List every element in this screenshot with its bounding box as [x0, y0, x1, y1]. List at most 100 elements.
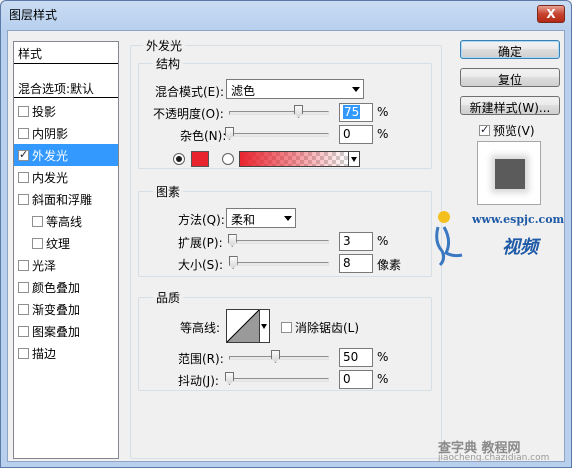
new-style-button[interactable]: 新建样式(W)...: [460, 96, 560, 115]
contour-curve-icon: [227, 310, 259, 342]
blending-options-item[interactable]: 混合选项:默认: [14, 78, 118, 98]
spread-unit: %: [377, 234, 389, 248]
checkbox-icon[interactable]: [18, 348, 29, 359]
jitter-value: 0: [343, 372, 351, 386]
chevron-down-icon: [261, 324, 267, 329]
checkbox-icon[interactable]: [18, 106, 29, 117]
style-item-label: 描边: [32, 347, 57, 361]
outer-glow-title: 外发光: [143, 37, 186, 54]
antialias-checkbox[interactable]: 消除锯齿(L): [281, 319, 359, 336]
style-item[interactable]: 内发光: [14, 166, 118, 188]
style-list-header[interactable]: 样式: [14, 42, 118, 64]
opacity-value: 75: [343, 105, 361, 119]
preview-thumbnail: [477, 141, 541, 205]
checkbox-icon[interactable]: [18, 304, 29, 315]
style-item[interactable]: 斜面和浮雕: [14, 188, 118, 210]
checkbox-icon[interactable]: [18, 172, 29, 183]
style-item[interactable]: 等高线: [14, 210, 118, 232]
bottom-watermark: 查字典 教程网 jiaocheng.chazidian.com: [438, 437, 564, 463]
opacity-slider-track[interactable]: [229, 111, 329, 115]
style-item[interactable]: 渐变叠加: [14, 298, 118, 320]
noise-slider-track[interactable]: [229, 133, 329, 137]
bottom-watermark-url: jiaocheng.chazidian.com: [438, 453, 550, 463]
style-list: 样式 混合选项:默认 投影 内阴影 ✓ 外发光 内发光 斜面和浮雕 等高线 纹理 光泽 颜色叠加渐…: [13, 41, 119, 459]
radio-selected-dot: [176, 156, 182, 162]
style-item-label: 图案叠加: [32, 325, 81, 339]
style-item-label: 内发光: [32, 171, 69, 185]
antialias-label: 消除锯齿(L): [295, 321, 360, 335]
opacity-input[interactable]: 75: [339, 103, 373, 122]
checkbox-icon: ✓: [479, 123, 490, 136]
checkbox-icon[interactable]: [18, 326, 29, 337]
noise-input[interactable]: 0: [339, 125, 373, 144]
watermark-brand: 视频: [502, 237, 538, 258]
gradient-radio[interactable]: [222, 153, 234, 165]
reset-button[interactable]: 复位: [460, 68, 560, 87]
size-input[interactable]: 8: [339, 254, 373, 273]
layer-style-dialog: 图层样式 X 样式 混合选项:默认 投影 内阴影 ✓ 外发光 内发光 斜面和浮雕 等高线 纹理…: [0, 0, 572, 468]
range-unit: %: [377, 350, 389, 364]
noise-label: 杂色(N):: [180, 129, 227, 143]
gradient-dropdown[interactable]: [348, 151, 360, 167]
style-item[interactable]: 颜色叠加: [14, 276, 118, 298]
preview-label: 预览(V): [493, 124, 535, 138]
technique-value: 柔和: [231, 213, 256, 227]
checkbox-icon[interactable]: [18, 282, 29, 293]
style-item[interactable]: 内阴影: [14, 122, 118, 144]
style-item-label: 斜面和浮雕: [32, 193, 93, 207]
style-item[interactable]: 投影: [14, 100, 118, 122]
checkbox-icon[interactable]: [32, 216, 43, 227]
style-item[interactable]: 描边: [14, 342, 118, 364]
style-item-label: 渐变叠加: [32, 303, 81, 317]
jitter-input[interactable]: 0: [339, 370, 373, 389]
ok-button[interactable]: 确定: [460, 40, 560, 59]
preview-checkbox[interactable]: ✓ 预览(V): [479, 122, 535, 139]
glow-color-swatch[interactable]: [191, 151, 209, 167]
style-item-label: 投影: [32, 105, 57, 119]
size-slider-track[interactable]: [229, 262, 329, 266]
dialog-body: 样式 混合选项:默认 投影 内阴影 ✓ 外发光 内发光 斜面和浮雕 等高线 纹理 光泽 颜色叠加渐…: [7, 30, 566, 463]
checkmark-icon: ✓: [19, 148, 29, 161]
checkbox-icon[interactable]: [18, 260, 29, 271]
style-item-label: 等高线: [46, 215, 83, 229]
contour-label: 等高线:: [180, 321, 221, 335]
contour-picker[interactable]: [226, 309, 260, 343]
title-bar[interactable]: 图层样式 X: [1, 1, 571, 29]
color-radio[interactable]: [173, 153, 185, 165]
watermark-logo: www.espjc.com 视频: [432, 207, 566, 267]
noise-unit: %: [377, 127, 389, 141]
window-title: 图层样式: [9, 8, 58, 22]
style-item-label: 光泽: [32, 259, 57, 273]
blend-mode-value: 滤色: [231, 84, 256, 98]
elements-title: 图素: [153, 183, 184, 200]
technique-label: 方法(Q):: [178, 213, 225, 227]
checkbox-icon[interactable]: [18, 194, 29, 205]
spread-label: 扩展(P):: [178, 236, 223, 250]
size-label: 大小(S):: [178, 258, 224, 272]
glow-gradient-picker[interactable]: [239, 151, 349, 167]
blend-mode-label: 混合模式(E):: [155, 85, 224, 99]
preview-square: [495, 159, 525, 189]
range-input[interactable]: 50: [339, 348, 373, 367]
style-item[interactable]: 图案叠加: [14, 320, 118, 342]
checkbox-icon[interactable]: ✓: [18, 148, 29, 161]
jitter-label: 抖动(J):: [178, 374, 219, 388]
style-item-label: 内阴影: [32, 127, 69, 141]
contour-dropdown[interactable]: [260, 309, 270, 343]
style-item[interactable]: 纹理: [14, 232, 118, 254]
style-item[interactable]: ✓ 外发光: [14, 144, 118, 166]
checkbox-icon[interactable]: [18, 128, 29, 139]
jitter-slider-track[interactable]: [229, 378, 329, 382]
chevron-down-icon: [352, 87, 360, 92]
spread-slider-track[interactable]: [229, 240, 329, 244]
style-item-label: 颜色叠加: [32, 281, 81, 295]
style-item[interactable]: 光泽: [14, 254, 118, 276]
checkbox-icon[interactable]: [32, 238, 43, 249]
blend-mode-select[interactable]: 滤色: [226, 79, 364, 99]
opacity-unit: %: [377, 105, 389, 119]
spread-input[interactable]: 3: [339, 232, 373, 251]
style-item-label: 外发光: [32, 149, 69, 163]
close-button[interactable]: X: [537, 5, 565, 23]
technique-select[interactable]: 柔和: [226, 208, 296, 228]
noise-value: 0: [343, 127, 351, 141]
